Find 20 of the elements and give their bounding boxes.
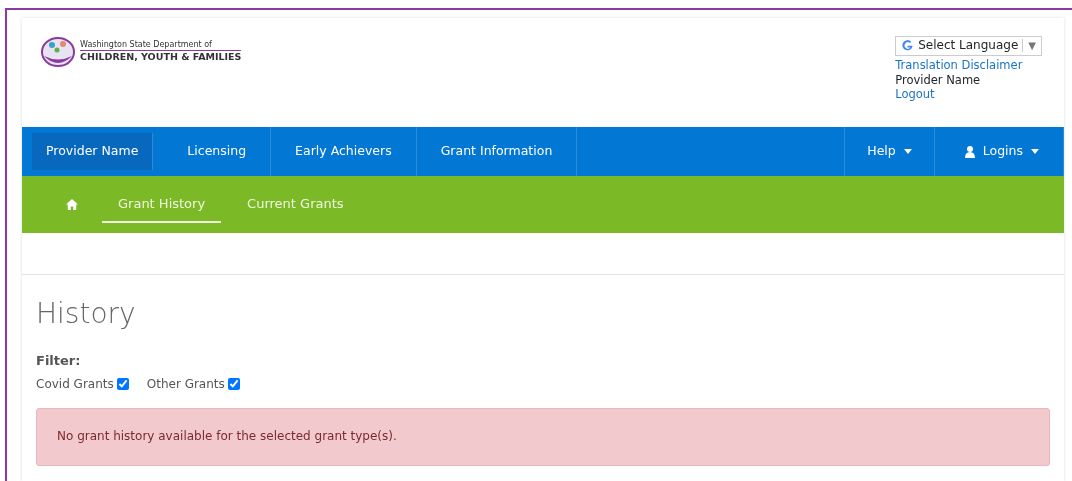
caret-icon	[1031, 149, 1039, 154]
checkbox-label: Other Grants	[146, 375, 225, 393]
logo-text: Washington State Department of	[80, 41, 242, 52]
user-icon	[964, 145, 975, 158]
g-logo-icon	[901, 39, 915, 53]
filter-label: Filter:	[36, 352, 82, 370]
language-select[interactable]: Select Language ▼	[895, 36, 1042, 56]
page-heading: History	[36, 296, 137, 332]
home-icon	[66, 198, 78, 210]
checkbox[interactable]	[227, 377, 240, 390]
alert-message: No grant history available for the selected grant type(s).	[36, 407, 1050, 466]
logo-icon	[40, 36, 76, 68]
header-link[interactable]: Logout	[895, 87, 935, 103]
checkbox-label: Covid Grants	[36, 375, 114, 393]
logo-text: CHILDREN, YOUTH & FAMILIES	[80, 51, 242, 63]
nav-tab[interactable]: Provider Name	[32, 133, 154, 170]
checkbox[interactable]	[116, 377, 129, 390]
caret-icon	[903, 149, 912, 154]
header-link[interactable]: Translation Disclaimer	[895, 57, 1023, 73]
user-name: Provider Name	[895, 72, 981, 88]
